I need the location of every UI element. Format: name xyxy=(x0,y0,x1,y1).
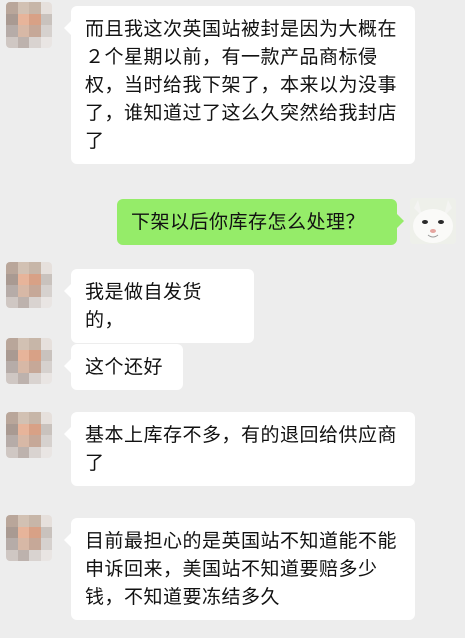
own-avatar[interactable] xyxy=(410,198,456,244)
message-bubble-incoming[interactable]: 而且我这次英国站被封是因为大概在２个星期以前，有一款产品商标侵权，当时给我下架了… xyxy=(64,6,415,164)
message-bubble-incoming[interactable]: 这个还好 xyxy=(64,344,183,390)
message-bubble-incoming[interactable]: 目前最担心的是英国站不知道能不能申诉回来，美国站不知道要赔多少钱，不知道要冻结多… xyxy=(64,518,415,620)
contact-avatar[interactable] xyxy=(6,412,52,458)
contact-avatar[interactable] xyxy=(6,338,52,384)
contact-avatar[interactable] xyxy=(6,515,52,561)
message-bubble-incoming[interactable]: 基本上库存不多，有的退回给供应商了 xyxy=(64,412,415,486)
cat-avatar-icon xyxy=(410,198,456,244)
contact-avatar[interactable] xyxy=(6,262,52,308)
contact-avatar[interactable] xyxy=(6,2,52,48)
message-bubble-incoming[interactable]: 我是做自发货的， xyxy=(64,269,254,343)
message-bubble-outgoing[interactable]: 下架以后你库存怎么处理？ xyxy=(117,199,404,245)
